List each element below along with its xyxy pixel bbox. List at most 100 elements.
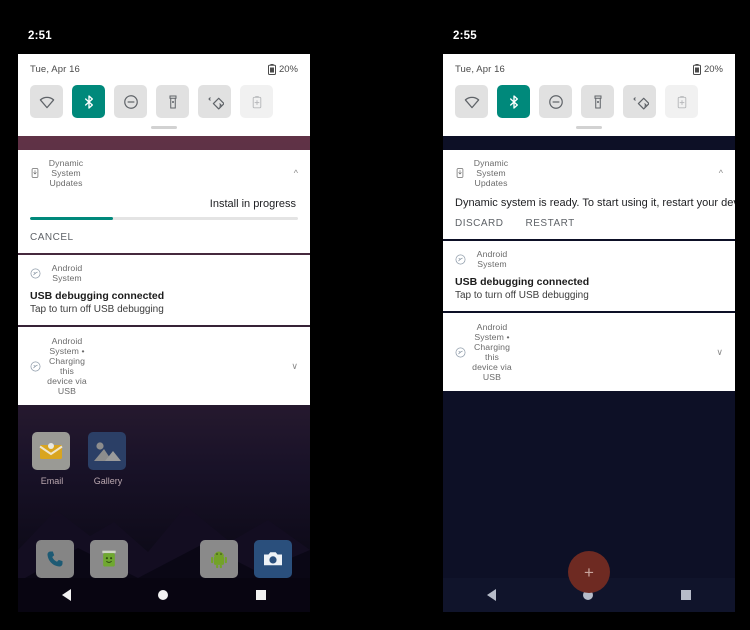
quick-settings-panel-right[interactable]: Tue, Apr 16 20% <box>443 54 735 136</box>
gallery-icon <box>88 432 126 470</box>
chevron-up-icon[interactable]: ^ <box>294 168 298 178</box>
chevron-down-icon[interactable]: ∨ <box>716 347 723 357</box>
add-fab-button[interactable]: + <box>568 551 610 593</box>
flashlight-tile[interactable] <box>156 85 189 118</box>
do-not-disturb-tile[interactable] <box>539 85 572 118</box>
phone-app[interactable] <box>36 540 74 578</box>
notification-app-name: Android System <box>476 249 508 269</box>
back-button[interactable] <box>486 589 496 601</box>
android-system-icon <box>30 268 41 278</box>
flashlight-tile[interactable] <box>581 85 614 118</box>
wifi-icon <box>39 96 54 108</box>
notification-header: Android System • Charging this device vi… <box>455 322 723 382</box>
notification-dsu-left[interactable]: Dynamic System Updates ^ Install in prog… <box>18 150 310 253</box>
bluetooth-tile[interactable] <box>497 85 530 118</box>
camera-icon <box>264 552 282 566</box>
bluetooth-icon <box>84 94 93 109</box>
bluetooth-icon <box>509 94 518 109</box>
notification-title: USB debugging connected <box>30 290 165 302</box>
app-shortcut-email[interactable]: Email <box>32 432 72 486</box>
dock-left <box>18 540 310 578</box>
notification-dsu-right[interactable]: Dynamic System Updates ^ Dynamic system … <box>443 150 735 239</box>
do-not-disturb-tile[interactable] <box>114 85 147 118</box>
system-update-icon <box>31 168 39 178</box>
notification-stack-right: Dynamic System Updates ^ Dynamic system … <box>443 150 735 391</box>
back-button[interactable] <box>61 589 71 601</box>
quick-settings-header: Tue, Apr 16 20% <box>455 64 723 75</box>
chevron-up-icon[interactable]: ^ <box>719 168 723 178</box>
shade-drag-handle[interactable] <box>576 126 602 129</box>
wifi-icon <box>464 96 479 108</box>
shade-drag-handle[interactable] <box>151 126 177 129</box>
notification-header: Dynamic System Updates ^ <box>30 158 298 188</box>
bluetooth-tile[interactable] <box>72 85 105 118</box>
notification-usb-debug-right[interactable]: Android System USB debugging connected T… <box>443 241 735 311</box>
qs-date: Tue, Apr 16 <box>455 64 505 75</box>
notification-message: Dynamic system is ready. To start using … <box>455 197 735 209</box>
quick-settings-tiles <box>30 85 298 118</box>
battery-icon <box>267 64 276 75</box>
phone-icon <box>47 551 63 567</box>
notification-title: USB debugging connected <box>455 276 590 288</box>
android-app[interactable] <box>200 540 238 578</box>
charging-notification-text: Android System • Charging this device vi… <box>47 336 87 396</box>
email-icon <box>32 432 70 470</box>
notification-charging-right[interactable]: Android System • Charging this device vi… <box>443 313 735 391</box>
quick-settings-tiles <box>455 85 723 118</box>
app-shortcut-label: Gallery <box>93 476 123 486</box>
home-button[interactable] <box>158 590 169 600</box>
app-shortcut-gallery[interactable]: Gallery <box>88 432 128 486</box>
quick-settings-header: Tue, Apr 16 20% <box>30 64 298 75</box>
cancel-button[interactable]: CANCEL <box>30 232 74 243</box>
notification-app-name: Dynamic System Updates <box>48 158 84 188</box>
recents-button[interactable] <box>256 590 267 600</box>
device-right: 2:55 Tue, Apr 16 20% Dynamic System Upda… <box>443 18 735 612</box>
android-system-icon <box>455 347 466 357</box>
flashlight-icon <box>594 95 601 108</box>
charging-notification-text: Android System • Charging this device vi… <box>472 322 512 382</box>
screenshot-stage: 2:51 Tue, Apr 16 20% Dynamic System Upda… <box>0 0 750 630</box>
photo-glyph <box>94 442 121 461</box>
battery-percent: 20% <box>278 64 298 75</box>
messaging-app[interactable] <box>90 540 128 578</box>
wifi-tile[interactable] <box>30 85 63 118</box>
notification-stack-left: Dynamic System Updates ^ Install in prog… <box>18 150 310 405</box>
battery-saver-tile[interactable] <box>665 85 698 118</box>
discard-button[interactable]: DISCARD <box>455 218 504 229</box>
install-progress-bar <box>30 217 298 220</box>
auto-rotate-tile[interactable] <box>198 85 231 118</box>
notification-status-text: Install in progress <box>209 198 296 210</box>
android-system-icon <box>455 254 466 264</box>
android-icon <box>211 551 227 569</box>
camera-app[interactable] <box>254 540 292 578</box>
battery-status: 20% <box>692 64 723 75</box>
messaging-icon <box>102 550 116 567</box>
device-screen-left: Tue, Apr 16 20% Dynamic System Updates ^… <box>18 54 310 612</box>
quick-settings-panel-left[interactable]: Tue, Apr 16 20% <box>18 54 310 136</box>
notification-charging-left[interactable]: Android System • Charging this device vi… <box>18 327 310 405</box>
notification-header: Android System <box>455 249 723 269</box>
do-not-disturb-icon <box>123 94 138 109</box>
auto-rotate-icon <box>207 96 224 109</box>
device-screen-right: Tue, Apr 16 20% Dynamic System Updates ^… <box>443 54 735 612</box>
install-progress-fill <box>30 217 114 220</box>
notification-header: Android System • Charging this device vi… <box>30 336 298 396</box>
notification-subtitle: Tap to turn off USB debugging <box>30 304 164 315</box>
notification-header: Dynamic System Updates ^ <box>455 158 723 188</box>
chevron-down-icon[interactable]: ∨ <box>291 361 298 371</box>
navigation-bar-left <box>18 578 310 612</box>
battery-saver-tile[interactable] <box>240 85 273 118</box>
notification-subtitle: Tap to turn off USB debugging <box>455 290 589 301</box>
auto-rotate-icon <box>632 96 649 109</box>
app-shortcuts-left: Email Gallery <box>32 432 128 486</box>
do-not-disturb-icon <box>548 94 563 109</box>
status-bar-right: 2:55 <box>443 18 735 54</box>
recents-button[interactable] <box>681 590 692 600</box>
battery-saver-icon <box>252 95 261 108</box>
notification-usb-debug-left[interactable]: Android System USB debugging connected T… <box>18 255 310 325</box>
wifi-tile[interactable] <box>455 85 488 118</box>
notification-header: Android System <box>30 263 298 283</box>
restart-button[interactable]: RESTART <box>526 218 575 229</box>
system-update-icon <box>456 168 464 178</box>
auto-rotate-tile[interactable] <box>623 85 656 118</box>
